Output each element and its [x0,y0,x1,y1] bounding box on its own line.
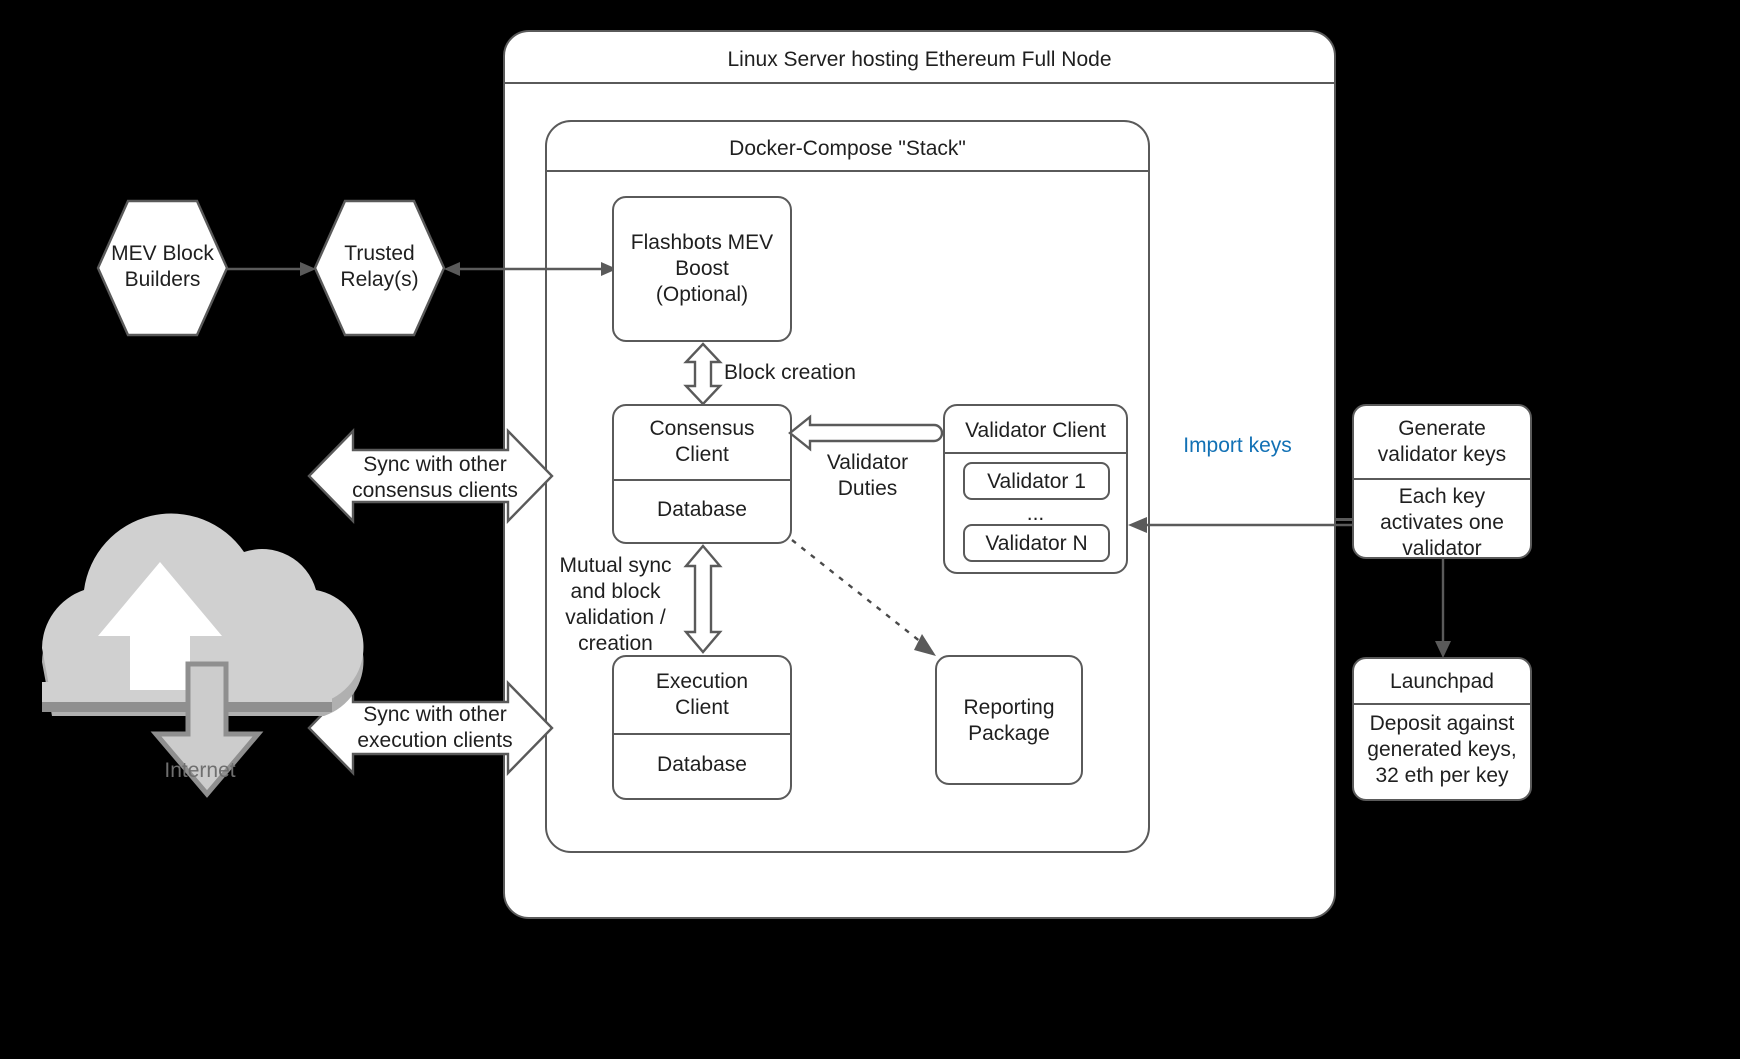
edge-label-import-keys: Import keys [1183,434,1292,457]
generate-validator-keys-node[interactable]: Generate validator keys Each key activat… [1352,404,1532,560]
launchpad-body-line1: Deposit against [1369,712,1515,735]
validator-client-title: Validator Client [965,419,1106,442]
trusted-relays-label-line2: Relay(s) [340,268,419,291]
execution-client-node[interactable]: Execution Client Database [612,655,792,800]
double-block-arrow [683,544,723,654]
consensus-client-node[interactable]: Consensus Client Database [612,404,792,544]
edge-label-sync-execution-line1: Sync with other [363,703,507,726]
execution-client-label-line2: Client [675,696,729,719]
edge-label-validator-duties-line2: Duties [837,477,898,500]
edge-import-keys [1128,514,1353,536]
validator-1-item[interactable]: Validator 1 [963,462,1110,500]
internet-cloud [30,468,370,798]
validator-n-item[interactable]: Validator N [963,524,1110,562]
consensus-database-label: Database [657,498,747,521]
generate-keys-title-line1: Generate [1398,417,1486,440]
edge-label-validator-duties-line1: Validator [826,451,909,474]
edge-validator-duties [788,414,944,452]
validator-1-label: Validator 1 [987,470,1086,493]
edge-builders-to-relay [226,253,318,285]
launchpad-title: Launchpad [1390,670,1494,693]
edge-label-mutual-sync-line1: Mutual sync [559,554,672,577]
generate-keys-title-line2: validator keys [1377,443,1507,466]
mev-block-builders-label-line1: MEV Block [111,242,214,265]
reporting-package-node[interactable]: Reporting Package [935,655,1083,785]
validator-n-label: Validator N [985,532,1088,555]
diagram-canvas: Linux Server hosting Ethereum Full Node … [0,0,1740,1059]
consensus-client-divider [614,479,790,481]
arrowhead [1128,517,1147,533]
mev-boost-label-line3: (Optional) [655,283,749,306]
validator-client-node[interactable]: Validator Client Validator 1 ... Validat… [943,404,1128,574]
arrowhead [914,634,936,656]
generate-keys-divider [1354,478,1530,480]
launchpad-node[interactable]: Launchpad Deposit against generated keys… [1352,657,1532,801]
mev-block-builders-node[interactable]: MEV Block Builders [95,198,230,338]
execution-database-label: Database [657,753,747,776]
arrowhead-left [444,262,460,276]
internet-label: Internet [164,759,236,782]
edge-consensus-to-reporting [790,538,950,663]
edge-label-mutual-sync-line4: creation [578,632,653,655]
mev-boost-label-line1: Flashbots MEV [630,231,774,254]
mev-block-builders-label-line2: Builders [124,268,201,291]
edge-relay-to-mev-boost [443,253,618,285]
edge-generate-to-launchpad [1428,559,1458,659]
execution-client-divider [614,733,790,735]
edge-label-mutual-sync-line3: validation / [565,606,666,629]
consensus-client-label-line1: Consensus [649,417,755,440]
launchpad-body-line3: 32 eth per key [1375,764,1509,787]
mev-boost-label-line2: Boost [675,257,729,280]
trusted-relays-label-line1: Trusted [344,242,415,265]
edge-label-sync-execution-line2: execution clients [357,729,513,752]
reporting-package-label-line2: Package [968,722,1050,745]
edge-label-mutual-sync-line2: and block [570,580,661,603]
edge-label-block-creation: Block creation [724,361,856,384]
docker-compose-stack-title: Docker-Compose "Stack" [729,137,966,160]
generate-keys-body-line1: Each key [1398,485,1486,508]
edge-block-creation [682,342,724,406]
validator-client-divider [945,452,1126,454]
launchpad-body-line2: generated keys, [1367,738,1517,761]
trusted-relays-node[interactable]: Trusted Relay(s) [312,198,447,338]
edge-label-sync-consensus-line2: consensus clients [352,479,518,502]
launchpad-divider [1354,703,1530,705]
linux-server-title: Linux Server hosting Ethereum Full Node [727,48,1112,71]
double-block-arrow [683,342,723,406]
execution-client-label-line1: Execution [655,670,749,693]
edge-mutual-sync [682,544,724,654]
flashbots-mev-boost-node[interactable]: Flashbots MEV Boost (Optional) [612,196,792,342]
linux-server-title-divider [505,82,1334,84]
reporting-package-label-line1: Reporting [963,696,1055,719]
generate-keys-body-line2: activates one [1380,511,1504,534]
edge-label-sync-consensus-line1: Sync with other [363,453,507,476]
arrowhead [1435,641,1451,658]
docker-stack-title-divider [547,170,1148,172]
consensus-client-label-line2: Client [675,443,729,466]
arrowhead [300,262,316,276]
